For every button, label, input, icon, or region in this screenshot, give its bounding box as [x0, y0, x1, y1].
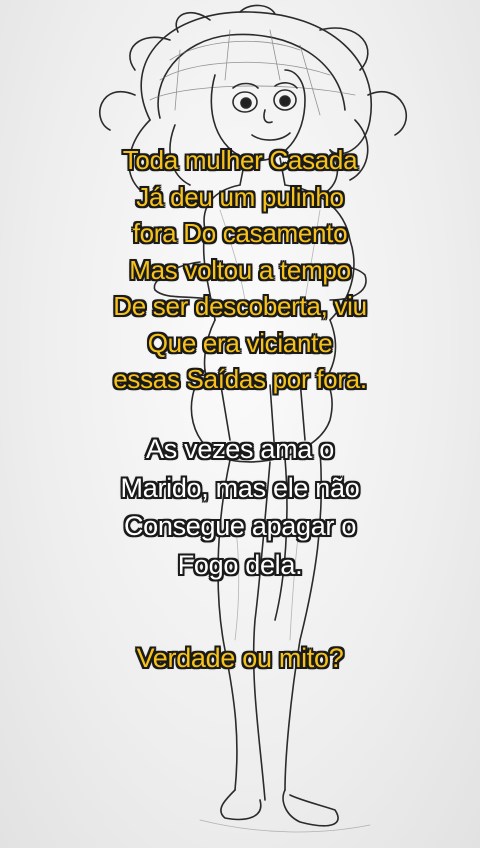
caption-line: Toda mulher Casada	[122, 145, 358, 175]
caption-line: Consegue apagar o	[123, 511, 357, 541]
post-canvas: Toda mulher Casada Já deu um pulinho for…	[0, 0, 480, 848]
caption-line: Mas voltou a tempo	[129, 254, 351, 285]
caption-line: Marido, mas ele não	[120, 472, 360, 503]
caption-line: Que era viciante	[147, 327, 333, 358]
caption-line: Já deu um pulinho	[136, 181, 344, 212]
caption-line: Fogo dela.	[177, 549, 303, 580]
question-caption: Verdade ou mito?	[0, 640, 480, 677]
caption-line: De ser descoberta, viu	[113, 291, 367, 321]
sketch-illustration	[99, 4, 407, 833]
caption-line: As vezes ama o	[146, 434, 334, 464]
caption-line: essas Saídas por fora.	[113, 364, 367, 394]
caption-white: As vezes ama o Marido, mas ele não Conse…	[0, 430, 480, 584]
question-text: Verdade ou mito?	[136, 643, 344, 673]
caption-yellow: Toda mulher Casada Já deu um pulinho for…	[0, 142, 480, 398]
caption-line: fora Do casamento	[132, 218, 348, 248]
